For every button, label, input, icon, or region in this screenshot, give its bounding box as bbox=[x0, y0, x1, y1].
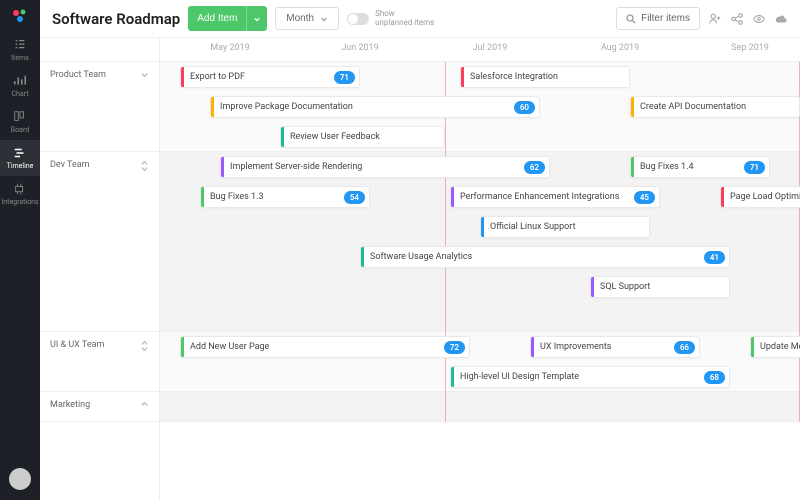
item-label: Add New User Page bbox=[184, 342, 444, 352]
expand-icon[interactable] bbox=[140, 340, 149, 355]
roadmap-item[interactable]: Export to PDF71 bbox=[180, 66, 360, 88]
eye-icon[interactable] bbox=[752, 12, 766, 26]
lane bbox=[160, 152, 800, 332]
nav-timeline[interactable]: Timeline bbox=[0, 140, 40, 176]
add-item-button[interactable]: Add Item bbox=[188, 6, 246, 31]
item-label: Official Linux Support bbox=[484, 222, 649, 232]
side-nav: ItemsChartBoardTimelineIntegrations bbox=[0, 0, 40, 500]
roadmap-item[interactable]: UX Improvements66 bbox=[530, 336, 700, 358]
unplanned-toggle-label: Showunplanned items bbox=[375, 10, 434, 28]
item-label: Bug Fixes 1.4 bbox=[634, 162, 744, 172]
timeline-header: May 2019 Jun 2019 Jul 2019 Aug 2019 Sep 2019… bbox=[160, 38, 800, 62]
nav-items[interactable]: Items bbox=[0, 32, 40, 68]
roadmap-item[interactable]: Update Menu Layout bbox=[750, 336, 800, 358]
item-label: Implement Server-side Rendering bbox=[224, 162, 524, 172]
integrations-icon bbox=[13, 182, 27, 196]
item-label: Software Usage Analytics bbox=[364, 252, 704, 262]
app-logo-icon bbox=[12, 8, 28, 24]
item-label: High-level UI Design Template bbox=[454, 372, 704, 382]
lane-header: Marketing bbox=[40, 392, 159, 422]
page-title: Software Roadmap bbox=[52, 10, 180, 28]
item-label: Update Menu Layout bbox=[754, 342, 800, 352]
month-label: Jun 2019 bbox=[341, 43, 378, 53]
roadmap-item[interactable]: Software Usage Analytics41 bbox=[360, 246, 730, 268]
roadmap-item[interactable]: Salesforce Integration bbox=[460, 66, 630, 88]
share-icon[interactable] bbox=[730, 12, 744, 26]
lane-headers: Product TeamDev TeamUI & UX TeamMarketin… bbox=[40, 38, 160, 500]
month-label: Aug 2019 bbox=[601, 43, 639, 53]
lane-header: Product Team bbox=[40, 62, 159, 152]
nav-chart[interactable]: Chart bbox=[0, 68, 40, 104]
list-icon bbox=[13, 38, 27, 52]
nav-integrations[interactable]: Integrations bbox=[0, 176, 40, 212]
roadmap-item[interactable]: Implement Server-side Rendering62 bbox=[220, 156, 550, 178]
roadmap-item[interactable]: Page Load Optimization bbox=[720, 186, 800, 208]
item-label: Performance Enhancement Integrations bbox=[454, 192, 634, 202]
roadmap-item[interactable]: Performance Enhancement Integrations45 bbox=[450, 186, 660, 208]
filter-button[interactable]: Filter items bbox=[616, 7, 700, 30]
expand-icon[interactable] bbox=[140, 400, 149, 412]
lane-header: Dev Team bbox=[40, 152, 159, 332]
item-badge: 45 bbox=[634, 191, 655, 204]
user-avatar[interactable] bbox=[9, 468, 31, 490]
chart-icon bbox=[13, 74, 27, 88]
lane bbox=[160, 392, 800, 422]
item-badge: 60 bbox=[514, 101, 535, 114]
item-label: UX Improvements bbox=[534, 342, 674, 352]
roadmap-item[interactable]: Bug Fixes 1.471 bbox=[630, 156, 770, 178]
item-badge: 62 bbox=[524, 161, 545, 174]
timeline-grid[interactable]: May 2019 Jun 2019 Jul 2019 Aug 2019 Sep 2019… bbox=[160, 38, 800, 500]
expand-icon[interactable] bbox=[140, 160, 149, 175]
item-badge: 41 bbox=[704, 251, 725, 264]
add-item-dropdown[interactable] bbox=[246, 6, 267, 31]
item-badge: 54 bbox=[344, 191, 365, 204]
item-label: Create API Documentation bbox=[634, 102, 799, 112]
item-label: Improve Package Documentation bbox=[214, 102, 514, 112]
unplanned-toggle[interactable] bbox=[347, 13, 369, 25]
lane-header: UI & UX Team bbox=[40, 332, 159, 392]
item-label: Page Load Optimization bbox=[724, 192, 800, 202]
month-label: Jul 2019 bbox=[473, 43, 508, 53]
add-user-icon[interactable] bbox=[708, 12, 722, 26]
roadmap-item[interactable]: Improve Package Documentation60 bbox=[210, 96, 540, 118]
header: Software Roadmap Add Item Month Showunpl… bbox=[40, 0, 800, 38]
item-badge: 71 bbox=[334, 71, 355, 84]
nav-board[interactable]: Board bbox=[0, 104, 40, 140]
expand-icon[interactable] bbox=[140, 70, 149, 82]
board-icon bbox=[13, 110, 27, 124]
roadmap-item[interactable]: Add New User Page72 bbox=[180, 336, 470, 358]
item-badge: 66 bbox=[674, 341, 695, 354]
item-label: SQL Support bbox=[594, 282, 729, 292]
roadmap-item[interactable]: Create API Documentation bbox=[630, 96, 800, 118]
roadmap-item[interactable]: High-level UI Design Template68 bbox=[450, 366, 730, 388]
item-label: Bug Fixes 1.3 bbox=[204, 192, 344, 202]
cloud-download-icon[interactable] bbox=[774, 12, 788, 26]
month-label: Sep 2019 bbox=[731, 43, 769, 53]
item-label: Export to PDF bbox=[184, 72, 334, 82]
view-selector[interactable]: Month bbox=[275, 7, 339, 30]
roadmap-item[interactable]: Official Linux Support bbox=[480, 216, 650, 238]
roadmap-item[interactable]: SQL Support bbox=[590, 276, 730, 298]
item-label: Salesforce Integration bbox=[464, 72, 629, 82]
item-badge: 68 bbox=[704, 371, 725, 384]
month-label: May 2019 bbox=[210, 43, 249, 53]
roadmap-item[interactable]: Review User Feedback bbox=[280, 126, 445, 148]
roadmap-item[interactable]: Bug Fixes 1.354 bbox=[200, 186, 370, 208]
item-badge: 72 bbox=[444, 341, 465, 354]
item-badge: 71 bbox=[744, 161, 765, 174]
timeline-icon bbox=[13, 146, 27, 160]
item-label: Review User Feedback bbox=[284, 132, 444, 142]
